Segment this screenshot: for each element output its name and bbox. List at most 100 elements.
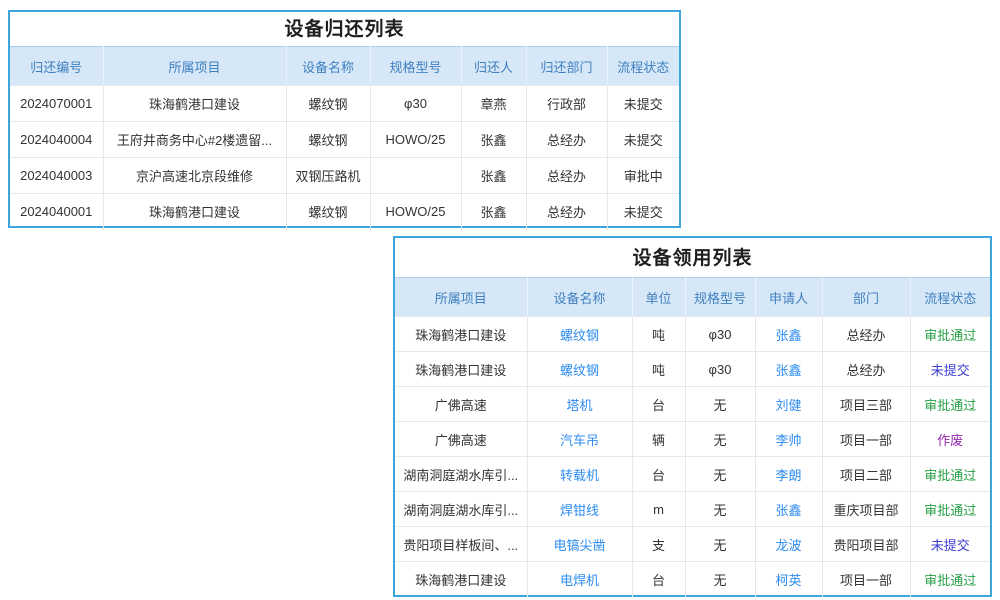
table-row: 2024040003京沪高速北京段维修双钢压路机张鑫总经办审批中 [10,158,679,194]
cell-dept: 项目一部 [822,422,910,457]
cell-status: 审批通过 [910,492,990,527]
cell-device-name: 螺纹钢 [286,194,370,230]
cell-status: 未提交 [910,352,990,387]
cell-return-dept: 总经办 [526,158,607,194]
cell-applicant: 刘健 [755,387,822,422]
cell-status: 审批通过 [910,457,990,492]
cell-applicant: 张鑫 [755,492,822,527]
table-row: 珠海鹤港口建设螺纹钢吨φ30张鑫总经办审批通过 [395,317,990,352]
cell-project: 贵阳项目样板间、... [395,527,527,562]
cell-return-no: 2024040003 [10,158,103,194]
cell-status: 审批通过 [910,387,990,422]
cell-device-name: 塔机 [527,387,632,422]
applicant-link[interactable]: 李帅 [775,433,801,448]
cell-applicant: 张鑫 [755,317,822,352]
cell-status: 未提交 [607,122,679,158]
table-row: 湖南洞庭湖水库引...转载机台无李朗项目二部审批通过 [395,457,990,492]
cell-unit: 台 [632,457,685,492]
applicant-link[interactable]: 李朗 [775,468,801,483]
applicant-link[interactable]: 刘健 [775,398,801,413]
cell-device-name: 螺纹钢 [527,317,632,352]
cell-dept: 项目一部 [822,562,910,597]
applicant-link[interactable]: 张鑫 [775,503,801,518]
column-header-unit: 单位 [632,278,685,317]
cell-spec-model: φ30 [685,352,755,387]
equipment-return-table: 归还编号所属项目设备名称规格型号归还人归还部门流程状态 2024070001珠海… [10,46,679,230]
issue-table-header-row: 所属项目设备名称单位规格型号申请人部门流程状态 [395,278,990,317]
return-table-header-row: 归还编号所属项目设备名称规格型号归还人归还部门流程状态 [10,47,679,86]
issue-table-title: 设备领用列表 [395,238,990,277]
cell-spec-model: HOWO/25 [370,122,461,158]
cell-status: 未提交 [607,194,679,230]
equipment-issue-table-card: 设备领用列表 所属项目设备名称单位规格型号申请人部门流程状态 珠海鹤港口建设螺纹… [393,236,992,597]
cell-return-dept: 总经办 [526,122,607,158]
column-header-status: 流程状态 [910,278,990,317]
applicant-link[interactable]: 龙波 [775,538,801,553]
cell-spec-model: 无 [685,562,755,597]
device-name-link[interactable]: 焊钳线 [560,503,599,518]
cell-project: 珠海鹤港口建设 [103,86,286,122]
applicant-link[interactable]: 张鑫 [775,328,801,343]
cell-unit: 吨 [632,352,685,387]
cell-status: 审批通过 [910,562,990,597]
equipment-return-table-card: 设备归还列表 归还编号所属项目设备名称规格型号归还人归还部门流程状态 20240… [8,10,681,228]
cell-status: 未提交 [607,86,679,122]
cell-device-name: 焊钳线 [527,492,632,527]
cell-spec-model: 无 [685,492,755,527]
cell-unit: 辆 [632,422,685,457]
cell-spec-model: 无 [685,387,755,422]
cell-device-name: 螺纹钢 [286,86,370,122]
column-header-applicant: 申请人 [755,278,822,317]
cell-applicant: 张鑫 [755,352,822,387]
table-row: 珠海鹤港口建设螺纹钢吨φ30张鑫总经办未提交 [395,352,990,387]
cell-applicant: 龙波 [755,527,822,562]
device-name-link[interactable]: 电焊机 [560,573,599,588]
cell-dept: 项目三部 [822,387,910,422]
device-name-link[interactable]: 螺纹钢 [560,328,599,343]
cell-return-dept: 总经办 [526,194,607,230]
return-table-title: 设备归还列表 [10,12,679,46]
device-name-link[interactable]: 转载机 [560,468,599,483]
applicant-link[interactable]: 张鑫 [775,363,801,378]
cell-project: 京沪高速北京段维修 [103,158,286,194]
cell-spec-model: 无 [685,457,755,492]
device-name-link[interactable]: 电镐尖凿 [553,538,605,553]
cell-returner: 张鑫 [461,194,526,230]
cell-unit: 吨 [632,317,685,352]
device-name-link[interactable]: 塔机 [566,398,592,413]
table-row: 2024070001珠海鹤港口建设螺纹钢φ30章燕行政部未提交 [10,86,679,122]
cell-spec-model: φ30 [685,317,755,352]
cell-return-no: 2024040001 [10,194,103,230]
device-name-link[interactable]: 螺纹钢 [560,363,599,378]
cell-project: 湖南洞庭湖水库引... [395,492,527,527]
cell-device-name: 双钢压路机 [286,158,370,194]
cell-unit: 台 [632,562,685,597]
cell-status: 作废 [910,422,990,457]
cell-dept: 总经办 [822,317,910,352]
cell-dept: 项目二部 [822,457,910,492]
cell-unit: 支 [632,527,685,562]
cell-device-name: 转载机 [527,457,632,492]
cell-applicant: 李帅 [755,422,822,457]
column-header-return-dept: 归还部门 [526,47,607,86]
cell-unit: m [632,492,685,527]
cell-project: 珠海鹤港口建设 [395,317,527,352]
applicant-link[interactable]: 柯英 [775,573,801,588]
device-name-link[interactable]: 汽车吊 [560,433,599,448]
cell-device-name: 电镐尖凿 [527,527,632,562]
cell-unit: 台 [632,387,685,422]
equipment-issue-table: 所属项目设备名称单位规格型号申请人部门流程状态 珠海鹤港口建设螺纹钢吨φ30张鑫… [395,277,990,597]
cell-device-name: 螺纹钢 [527,352,632,387]
cell-spec-model: HOWO/25 [370,194,461,230]
cell-project: 广佛高速 [395,422,527,457]
cell-spec-model: 无 [685,422,755,457]
cell-spec-model [370,158,461,194]
column-header-project: 所属项目 [395,278,527,317]
cell-dept: 总经办 [822,352,910,387]
column-header-device-name: 设备名称 [527,278,632,317]
column-header-spec-model: 规格型号 [685,278,755,317]
cell-project: 珠海鹤港口建设 [395,562,527,597]
cell-project: 王府井商务中心#2楼遗留... [103,122,286,158]
table-row: 湖南洞庭湖水库引...焊钳线m无张鑫重庆项目部审批通过 [395,492,990,527]
cell-status: 未提交 [910,527,990,562]
